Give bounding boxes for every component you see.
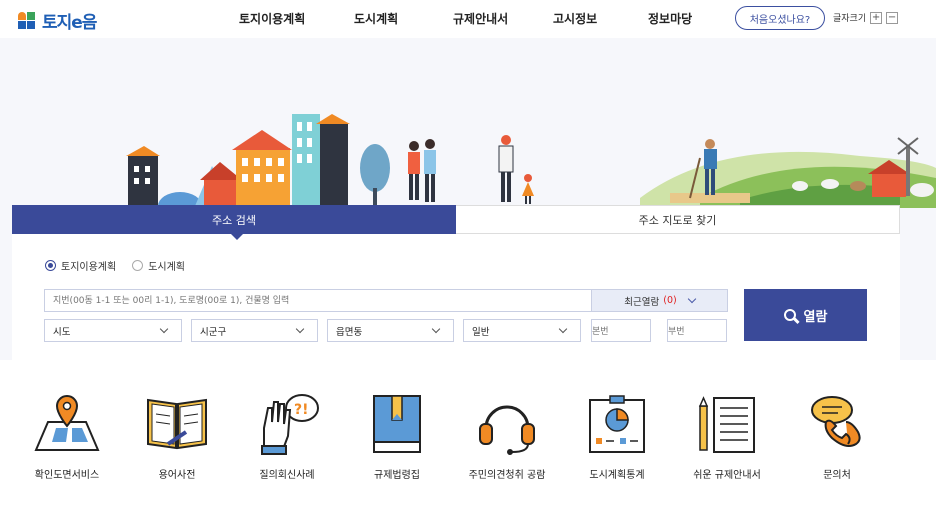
- headset-icon: [479, 405, 535, 455]
- service-label: 쉬운 규제안내서: [693, 470, 761, 481]
- sub-number-input[interactable]: [667, 319, 727, 342]
- plan-type-radio-group: 토지이용계획 도시계획: [45, 258, 201, 273]
- font-size-label: 글자크기: [833, 14, 867, 24]
- header: 토지e음 토지이용계획 도시계획 규제안내서 고시정보 정보마당 처음오셨나요?…: [0, 0, 936, 38]
- radio-urban-plan[interactable]: [132, 260, 144, 271]
- font-decrease-button[interactable]: −: [886, 11, 899, 24]
- svg-text:?!: ?!: [294, 402, 309, 418]
- statistics-board-icon: [589, 395, 645, 453]
- dictionary-book-icon: [147, 398, 207, 450]
- recent-view-count: (0): [663, 295, 677, 306]
- logo-text: 토지e음: [42, 13, 97, 33]
- land-type-select[interactable]: 일반: [463, 319, 581, 342]
- search-panel: 주소 검색 주소 지도로 찾기 토지이용계획 도시계획 최근열람 (0) 시도 …: [12, 205, 900, 360]
- chevron-down-icon: [558, 324, 568, 334]
- service-label: 질의회신사례: [259, 470, 315, 481]
- service-resident-opinion[interactable]: 주민의견청취 공람: [452, 392, 562, 481]
- tab-address-search[interactable]: 주소 검색: [12, 205, 456, 240]
- chevron-down-icon: [431, 324, 441, 334]
- land-type-select-value: 일반: [472, 326, 490, 338]
- service-links: 확인도면서비스 용어사전 ?! 질의회신사례 규제법령집 주민의견청취 공람 도…: [0, 362, 936, 508]
- sido-select-value: 시도: [53, 326, 71, 338]
- chevron-down-icon: [687, 294, 696, 304]
- nav-info-square[interactable]: 정보마당: [648, 10, 692, 27]
- eupmyeondong-select[interactable]: 읍면동: [327, 319, 454, 342]
- eupmyeondong-select-value: 읍면동: [336, 326, 363, 338]
- service-contact[interactable]: 문의처: [782, 392, 892, 481]
- main-number-input[interactable]: [591, 319, 651, 342]
- open-button[interactable]: 열람: [744, 289, 867, 341]
- map-pin-icon: [34, 394, 100, 451]
- service-label: 주민의견청취 공람: [468, 470, 546, 481]
- radio-urban-plan-label: 도시계획: [148, 262, 186, 273]
- phone-chat-icon: [811, 396, 861, 447]
- service-label: 문의처: [823, 470, 851, 481]
- address-search-input[interactable]: [44, 289, 592, 312]
- service-confirm-map[interactable]: 확인도면서비스: [12, 392, 122, 481]
- service-law-collection[interactable]: 규제법령집: [342, 392, 452, 481]
- radio-land-use-plan[interactable]: [45, 260, 56, 271]
- chevron-down-icon: [159, 324, 169, 334]
- nav-regulation-guide[interactable]: 규제안내서: [453, 10, 508, 27]
- sido-select[interactable]: 시도: [44, 319, 182, 342]
- nav-notice-info[interactable]: 고시정보: [553, 10, 597, 27]
- service-glossary[interactable]: 용어사전: [122, 392, 232, 481]
- question-hand-icon: ?!: [261, 394, 319, 455]
- service-label: 도시계획통계: [589, 470, 645, 481]
- service-easy-regulation[interactable]: 쉬운 규제안내서: [672, 392, 782, 481]
- service-urban-stats[interactable]: 도시계획통계: [562, 392, 672, 481]
- logo[interactable]: 토지e음: [18, 8, 97, 33]
- tab-map-search[interactable]: 주소 지도로 찾기: [456, 205, 900, 234]
- logo-mark-icon: [18, 11, 36, 30]
- search-icon: [783, 309, 796, 321]
- service-label: 규제법령집: [374, 470, 420, 481]
- law-book-icon: [373, 395, 421, 453]
- font-increase-button[interactable]: +: [870, 11, 883, 24]
- radio-land-use-plan-label: 토지이용계획: [61, 262, 117, 273]
- nav-land-use-plan[interactable]: 토지이용계획: [239, 10, 305, 27]
- open-button-label: 열람: [803, 309, 828, 325]
- sigungu-select-value: 시군구: [200, 326, 227, 338]
- recent-view-dropdown[interactable]: 최근열람 (0): [591, 289, 728, 312]
- service-label: 확인도면서비스: [34, 470, 100, 481]
- document-pencil-icon: [698, 396, 755, 453]
- service-label: 용어사전: [158, 470, 196, 481]
- first-visit-button[interactable]: 처음오셨나요?: [735, 6, 825, 30]
- chevron-down-icon: [295, 324, 305, 334]
- nav-urban-plan[interactable]: 도시계획: [354, 10, 398, 27]
- recent-view-label: 최근열람: [624, 296, 660, 308]
- service-qa-cases[interactable]: ?! 질의회신사례: [232, 392, 342, 481]
- font-size-control: 글자크기 + −: [833, 11, 899, 24]
- sigungu-select[interactable]: 시군구: [191, 319, 318, 342]
